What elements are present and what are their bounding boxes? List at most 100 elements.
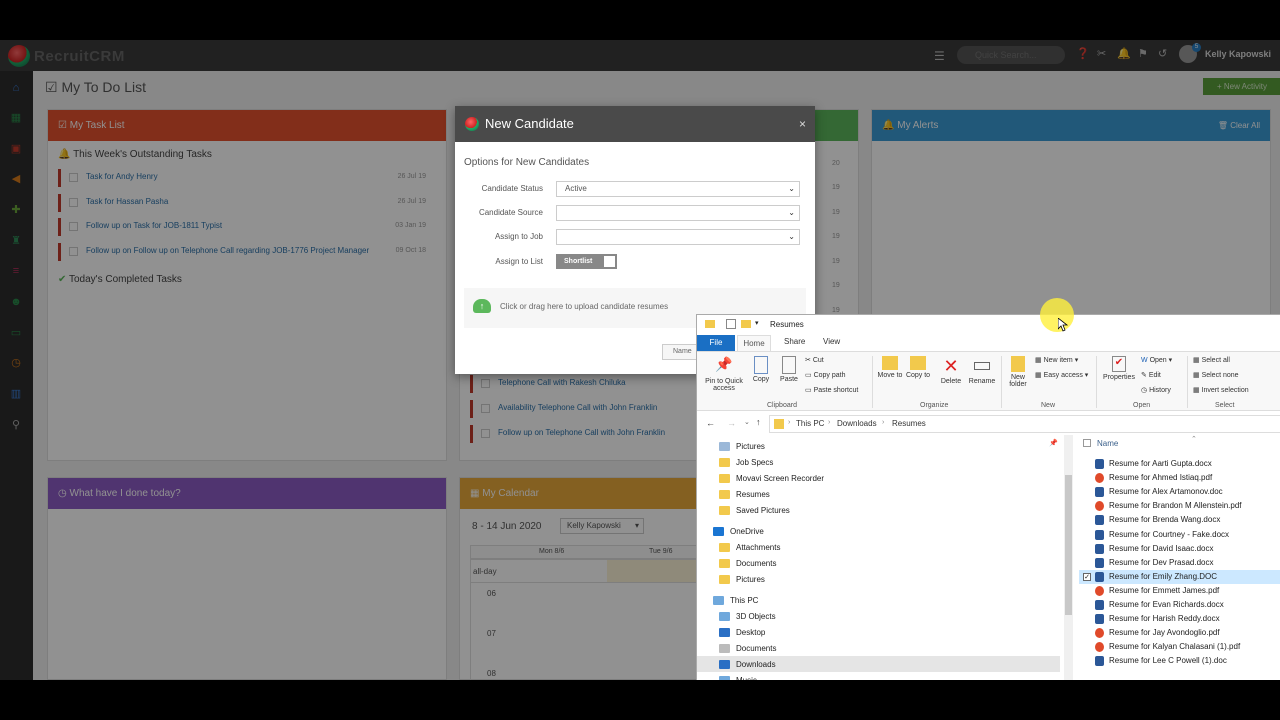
invert-selection-button[interactable]: ▦ Invert selection: [1193, 386, 1249, 394]
recent-chevron-icon[interactable]: ⌄: [744, 418, 750, 426]
nav-item[interactable]: Attachments: [719, 539, 780, 555]
file-item[interactable]: ✓ Resume for Emily Zhang.DOC: [1079, 569, 1280, 584]
candidate-status-select[interactable]: Active ⌄: [556, 181, 800, 197]
delete-button[interactable]: ✕ Delete: [937, 356, 965, 385]
file-item[interactable]: Resume for Kalyan Chalasani (1).pdf: [1079, 640, 1280, 654]
rename-button[interactable]: Rename: [967, 356, 997, 385]
file-item[interactable]: Resume for Ahmed Istiaq.pdf: [1079, 471, 1280, 485]
word-file-icon: [1095, 543, 1104, 554]
copy-to-button[interactable]: Copy to: [905, 356, 931, 379]
delete-icon: ✕: [943, 356, 959, 376]
nav-item[interactable]: Pictures: [719, 438, 765, 454]
file-item[interactable]: Resume for Aarti Gupta.docx: [1079, 457, 1280, 471]
easy-access-button[interactable]: ▦ Easy access ▾: [1035, 371, 1088, 379]
cursor-highlight: [1040, 298, 1074, 332]
new-folder-quick-icon[interactable]: [741, 320, 751, 328]
file-checkbox[interactable]: ✓: [1083, 572, 1091, 581]
nav-item[interactable]: Saved Pictures: [719, 502, 790, 518]
nav-item[interactable]: Desktop: [719, 624, 765, 640]
scrollbar-thumb[interactable]: [1065, 475, 1072, 615]
breadcrumb-this-pc[interactable]: This PC: [796, 419, 824, 428]
nav-item[interactable]: Documents: [719, 555, 776, 571]
paste-button[interactable]: Paste: [776, 356, 802, 383]
file-item[interactable]: Resume for Jay Avondoglio.pdf: [1079, 626, 1280, 640]
nav-item-label: Attachments: [736, 542, 781, 552]
new-folder-button[interactable]: New folder: [1005, 356, 1031, 388]
close-icon[interactable]: ×: [799, 106, 806, 142]
up-icon[interactable]: ↑: [756, 417, 761, 427]
cut-button[interactable]: ✂ Cut: [805, 356, 824, 364]
file-item[interactable]: Resume for Lee C Powell (1).doc: [1079, 654, 1280, 668]
properties-quick-icon[interactable]: [726, 319, 736, 329]
move-to-button[interactable]: Move to: [877, 356, 903, 379]
docs-icon: [719, 643, 730, 653]
shortlist-toggle[interactable]: Shortlist: [556, 254, 617, 269]
nav-item[interactable]: Movavi Screen Recorder: [719, 470, 824, 486]
nav-item[interactable]: This PC: [713, 592, 758, 608]
navigation-pane: Pictures Job Specs Movavi Screen Recorder R…: [697, 435, 1064, 680]
pdf-file-icon: [1095, 628, 1104, 639]
select-all-button[interactable]: ▦ Select all: [1193, 356, 1230, 364]
tab-view[interactable]: View: [823, 337, 840, 346]
file-item[interactable]: Resume for Alex Artamonov.doc: [1079, 485, 1280, 499]
nav-item[interactable]: Documents: [719, 640, 776, 656]
open-group-label: Open: [1133, 402, 1151, 409]
copy-button[interactable]: Copy: [749, 356, 773, 383]
nav-item-label: Resumes: [736, 489, 770, 499]
properties-button[interactable]: ✔ Properties: [1101, 356, 1137, 381]
file-item[interactable]: Resume for Brandon M Allenstein.pdf: [1079, 499, 1280, 513]
nav-item[interactable]: Music: [719, 672, 757, 680]
word-file-icon: [1095, 571, 1104, 582]
breadcrumb-downloads[interactable]: Downloads: [837, 419, 877, 428]
back-icon[interactable]: ←: [706, 418, 715, 428]
folder-icon: [719, 473, 730, 483]
file-item[interactable]: Resume for Brenda Wang.docx: [1079, 513, 1280, 527]
open-button[interactable]: W Open ▾: [1141, 356, 1172, 364]
nav-item[interactable]: Job Specs: [719, 454, 773, 470]
nav-item-label: Movavi Screen Recorder: [736, 473, 825, 483]
select-none-button[interactable]: ▦ Select none: [1193, 371, 1239, 379]
edit-button[interactable]: ✎ Edit: [1141, 371, 1161, 379]
nav-item-label: Job Specs: [736, 457, 774, 467]
nav-item[interactable]: Pictures: [719, 571, 765, 587]
explorer-titlebar[interactable]: ▾ Resumes: [697, 315, 1280, 335]
file-name: Resume for Brandon M Allenstein.pdf: [1109, 501, 1242, 511]
tab-share[interactable]: Share: [784, 337, 805, 346]
file-item[interactable]: Resume for Evan Richards.docx: [1079, 598, 1280, 612]
nav-item-label: Downloads: [736, 659, 776, 669]
chevron-down-icon: ⌄: [788, 232, 795, 241]
nav-item-label: This PC: [730, 595, 759, 605]
paste-shortcut-button[interactable]: ▭ Paste shortcut: [805, 386, 858, 394]
nav-item-label: Saved Pictures: [736, 505, 790, 515]
copy-path-button[interactable]: ▭ Copy path: [805, 371, 845, 379]
file-item[interactable]: Resume for Harish Reddy.docx: [1079, 612, 1280, 626]
file-item[interactable]: Resume for David Isaac.docx: [1079, 542, 1280, 556]
forward-icon[interactable]: →: [727, 418, 736, 428]
nav-item[interactable]: 3D Objects: [719, 608, 776, 624]
pc-icon: [713, 595, 724, 605]
assign-job-select[interactable]: ⌄: [556, 229, 800, 245]
file-name: Resume for Alex Artamonov.doc: [1109, 487, 1223, 497]
name-column-header[interactable]: Name: [1097, 439, 1118, 448]
nav-item[interactable]: Downloads: [697, 656, 1060, 672]
history-button[interactable]: ◷ History: [1141, 386, 1171, 394]
select-all-checkbox[interactable]: [1083, 439, 1091, 447]
nav-item[interactable]: Resumes: [719, 486, 770, 502]
candidate-source-select[interactable]: ⌄: [556, 205, 800, 221]
path-field[interactable]: › This PC › Downloads › Resumes: [769, 415, 1280, 433]
file-name: Resume for Dev Prasad.docx: [1109, 557, 1214, 567]
file-item[interactable]: Resume for Emmett James.pdf: [1079, 584, 1280, 598]
file-item[interactable]: Resume for Dev Prasad.docx: [1079, 556, 1280, 570]
cloud-upload-icon: ↑: [473, 299, 491, 313]
new-item-button[interactable]: ▦ New item ▾: [1035, 356, 1078, 364]
customize-chevron-icon[interactable]: ▾: [755, 319, 759, 327]
breadcrumb-resumes[interactable]: Resumes: [892, 419, 926, 428]
pin-quick-access-button[interactable]: 📌 Pin to Quick access: [702, 356, 746, 392]
nav-item-label: Pictures: [736, 574, 765, 584]
tab-home[interactable]: Home: [737, 335, 771, 351]
file-name: Resume for Brenda Wang.docx: [1109, 515, 1221, 525]
file-item[interactable]: Resume for Courtney - Fake.docx: [1079, 528, 1280, 542]
nav-scrollbar[interactable]: [1064, 435, 1073, 680]
tab-file[interactable]: File: [697, 335, 735, 351]
nav-item[interactable]: OneDrive: [713, 523, 764, 539]
